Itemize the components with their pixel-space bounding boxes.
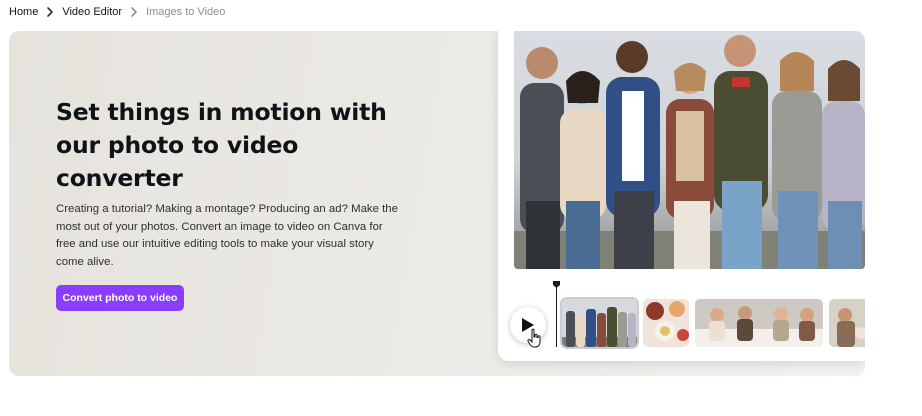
playhead-line xyxy=(556,287,557,347)
group-photo-preview xyxy=(514,31,865,269)
breadcrumb-home-link[interactable]: Home xyxy=(9,6,38,18)
convert-photo-to-video-button[interactable]: Convert photo to video xyxy=(56,285,184,311)
chevron-right-icon xyxy=(127,5,141,19)
hero-description: Creating a tutorial? Making a montage? P… xyxy=(56,203,398,268)
hero-section: Set things in motion with our photo to v… xyxy=(9,31,865,376)
video-editor-mockup xyxy=(498,31,865,361)
breadcrumb-video-editor-link[interactable]: Video Editor xyxy=(62,6,122,18)
chevron-right-icon xyxy=(43,5,57,19)
timeline-clip-friends[interactable] xyxy=(695,299,823,347)
timeline-clip-group-photo[interactable] xyxy=(560,297,639,349)
timeline-clip-partial[interactable] xyxy=(829,299,865,347)
hand-cursor-icon xyxy=(527,328,543,348)
breadcrumb-current-page: Images to Video xyxy=(146,6,226,18)
breadcrumb: Home Video Editor Images to Video xyxy=(9,5,225,19)
timeline-clip-food[interactable] xyxy=(643,299,689,347)
hero-title: Set things in motion with our photo to v… xyxy=(56,98,387,192)
